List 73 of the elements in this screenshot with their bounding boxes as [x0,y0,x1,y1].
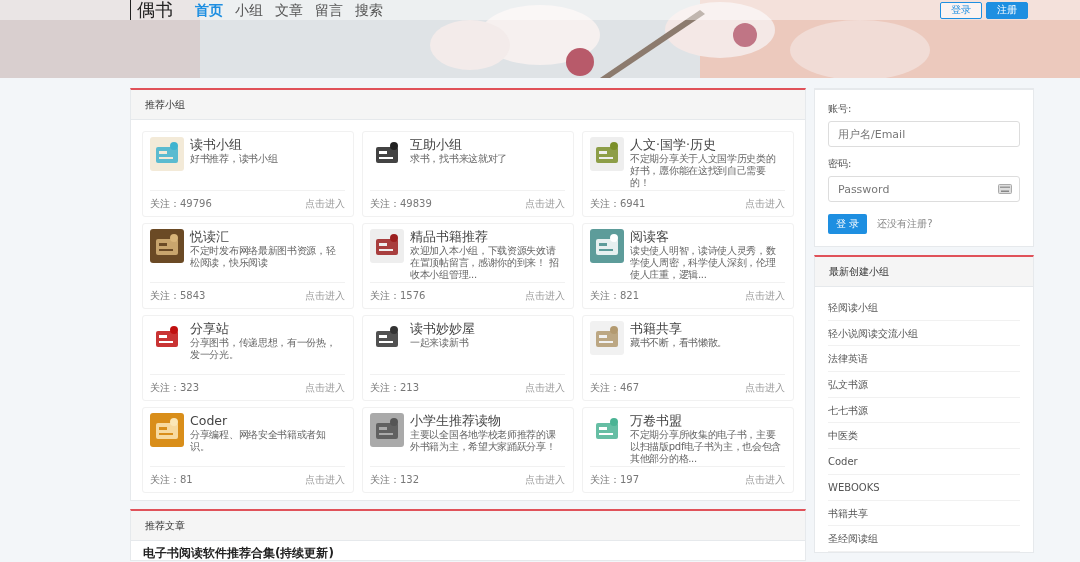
group-card[interactable]: 阅读客 读史使人明智，读诗使人灵秀，数学使人周密，科学使人深刻，伦理使人庄重，逻辑... 关注：821 点击进入 [582,223,794,309]
group-link[interactable]: 书籍共享 [828,500,1020,527]
group-link[interactable]: Coder [828,449,1020,475]
group-link[interactable]: 圣经阅读组 [828,526,1020,552]
follower-count: 关注：213 [370,380,420,395]
field-label: 密码: [828,157,853,171]
site-logo[interactable]: 偶书 [130,0,183,20]
group-name: 互助小组 [410,137,463,153]
group-name: 万卷书盟 [630,413,683,429]
group-link[interactable]: 七七书源 [828,397,1020,424]
group-name: 读书小组 [190,137,243,153]
panel-title: 推荐文章 [145,518,185,533]
follower-count: 关注：821 [590,288,640,303]
follower-count: 关注：323 [150,380,200,395]
group-name: 阅读客 [630,229,670,245]
follower-count: 关注：132 [370,472,420,487]
group-card[interactable]: 读书妙妙屋 一起来读新书 关注：213 点击进入 [362,315,574,401]
follower-count: 关注：5843 [150,288,206,303]
field-label: 账号: [828,102,853,116]
group-description: 不定时发布网络最新图书资源，轻松阅读，快乐阅读 [190,245,337,269]
group-card[interactable]: 分享站 分享图书，传递思想，有一份热，发一分光。 关注：323 点击进入 [142,315,354,401]
group-link[interactable]: 轻阅读小组 [828,295,1020,321]
group-description: 求书，找书来这就对了 [410,153,507,165]
group-card[interactable]: 互助小组 求书，找书来这就对了 关注：49839 点击进入 [362,131,574,217]
group-name: 分享站 [190,321,230,337]
group-name: 精品书籍推荐 [410,229,489,245]
follower-count: 关注：467 [590,380,640,395]
password-field[interactable]: Password [828,176,1020,202]
follower-count: 关注：197 [590,472,640,487]
nav-link[interactable]: 搜索 [355,0,383,20]
group-link[interactable]: 轻小说阅读交流小组 [828,320,1020,347]
group-description: 一起来读新书 [410,337,470,349]
group-description: 不定期分享所收集的电子书，主要以扫描版pdf电子书为主，也会包含其他部分的格... [630,429,783,465]
group-link[interactable]: WEBOOKS [828,474,1020,501]
follower-count: 关注：1576 [370,288,426,303]
keyboard-icon[interactable] [998,184,1012,194]
group-name: 读书妙妙屋 [410,321,475,337]
group-card[interactable]: 小学生推荐读物 主要以全国各地学校老师推荐的课外书籍为主，希望大家踊跃分享！ 关注：132 点击进入 [362,407,574,493]
group-name: 悦读汇 [190,229,230,245]
group-card[interactable]: 精品书籍推荐 欢迎加入本小组，下载资源失效请在置顶帖留言，感谢你的到来！ 招收本小组管理... 关注：1576 点击进入 [362,223,574,309]
group-card[interactable]: Coder 分享编程、网络安全书籍或者知识。 关注：81 点击进入 [142,407,354,493]
article-title[interactable]: 电子书阅读软件推荐合集(持续更新) [131,541,805,560]
group-description: 分享图书，传递思想，有一份热，发一分光。 [190,337,337,361]
group-description: 分享编程、网络安全书籍或者知识。 [190,429,327,453]
group-name: Coder [190,413,229,429]
group-card[interactable]: 人文·国学·历史 不定期分享关于人文国学历史类的好书，愿你能在这找到自己需要的！ 关注：6941 点击进入 [582,131,794,217]
group-link[interactable]: 中医类 [828,423,1020,450]
group-description: 欢迎加入本小组，下载资源失效请在置顶帖留言，感谢你的到来！ 招收本小组管理... [410,245,560,281]
group-card[interactable]: 读书小组 好书推荐，读书小组 关注：49796 点击进入 [142,131,354,217]
group-name: 书籍共享 [630,321,683,337]
group-card[interactable]: 万卷书盟 不定期分享所收集的电子书，主要以扫描版pdf电子书为主，也会包含其他部分的格... 关注：197 点击进入 [582,407,794,493]
group-description: 藏书不断，看书懒散。 [630,337,727,349]
follower-count: 关注：6941 [590,196,646,211]
follower-count: 关注：81 [150,472,193,487]
panel-title: 最新创建小组 [829,264,889,279]
group-description: 好书推荐，读书小组 [190,153,278,165]
group-description: 主要以全国各地学校老师推荐的课外书籍为主，希望大家踊跃分享！ [410,429,557,453]
register-link[interactable]: 还没有注册? [877,217,933,231]
group-description: 不定期分享关于人文国学历史类的好书，愿你能在这找到自己需要的！ [630,153,777,189]
follower-count: 关注：49839 [370,196,432,211]
nav-link[interactable]: 小组 [235,0,263,20]
group-card[interactable]: 悦读汇 不定时发布网络最新图书资源，轻松阅读，快乐阅读 关注：5843 点击进入 [142,223,354,309]
username-field[interactable]: 用户名/Email [828,121,1020,147]
group-link[interactable]: 法律英语 [828,346,1020,373]
nav-link[interactable]: 文章 [275,0,303,20]
nav-link[interactable]: 留言 [315,0,343,20]
group-name: 小学生推荐读物 [410,413,502,429]
group-link[interactable]: 弘文书源 [828,372,1020,398]
follower-count: 关注：49796 [150,196,212,211]
panel-title: 推荐小组 [145,97,185,112]
group-card[interactable]: 书籍共享 藏书不断，看书懒散。 关注：467 点击进入 [582,315,794,401]
group-name: 人文·国学·历史 [630,137,717,153]
group-description: 读史使人明智，读诗使人灵秀，数学使人周密，科学使人深刻，伦理使人庄重，逻辑... [630,245,777,281]
